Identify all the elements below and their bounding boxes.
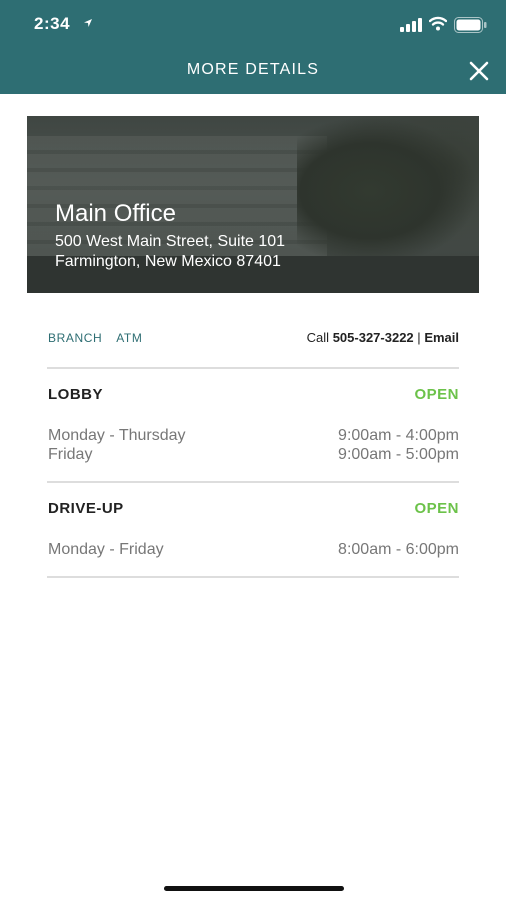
drive-up-status-badge: OPEN: [414, 500, 459, 517]
location-arrow-icon: [84, 19, 92, 27]
lobby-hours-time: 9:00am - 4:00pm: [338, 427, 459, 444]
page-title: MORE DETAILS: [186, 61, 320, 78]
lobby-hours-days: Monday - Thursday: [48, 427, 186, 444]
divider: [47, 481, 459, 483]
divider: [47, 576, 459, 578]
location-type-tabs: BRANCH ATM: [48, 331, 152, 345]
lobby-hours-days: Friday: [48, 446, 93, 463]
status-bar: 2:34: [0, 0, 506, 50]
branch-address-line2: Farmington, New Mexico 87401: [55, 253, 281, 270]
drive-up-hours-days: Monday - Friday: [48, 541, 164, 558]
divider: [47, 367, 459, 369]
close-icon[interactable]: [468, 60, 490, 82]
drive-up-title: DRIVE-UP: [48, 500, 124, 517]
lobby-title: LOBBY: [48, 386, 103, 403]
home-indicator[interactable]: [164, 886, 344, 891]
contact-links: Call 505-327-3222 | Email: [307, 330, 459, 345]
header-bar: 2:34 MORE DETAILS: [0, 0, 506, 94]
call-label: Call: [306, 330, 330, 345]
branch-address-line1: 500 West Main Street, Suite 101: [55, 233, 286, 250]
phone-link[interactable]: 505-327-3222: [333, 330, 414, 345]
status-time: 2:34: [34, 14, 71, 33]
battery-icon: [454, 17, 487, 33]
wifi-icon: [429, 16, 447, 31]
email-link[interactable]: Email: [424, 330, 459, 345]
branch-name: Main Office: [55, 200, 176, 227]
branch-hero-image: Main Office 500 West Main Street, Suite …: [27, 116, 479, 293]
lobby-hours-time: 9:00am - 5:00pm: [338, 446, 459, 463]
drive-up-hours-time: 8:00am - 6:00pm: [338, 541, 459, 558]
tab-atm[interactable]: ATM: [116, 331, 142, 345]
contact-separator: |: [417, 330, 421, 345]
cellular-signal-icon: [400, 18, 422, 32]
lobby-status-badge: OPEN: [414, 386, 459, 403]
hero-trees-background: [297, 116, 479, 266]
tab-branch[interactable]: BRANCH: [48, 331, 102, 345]
